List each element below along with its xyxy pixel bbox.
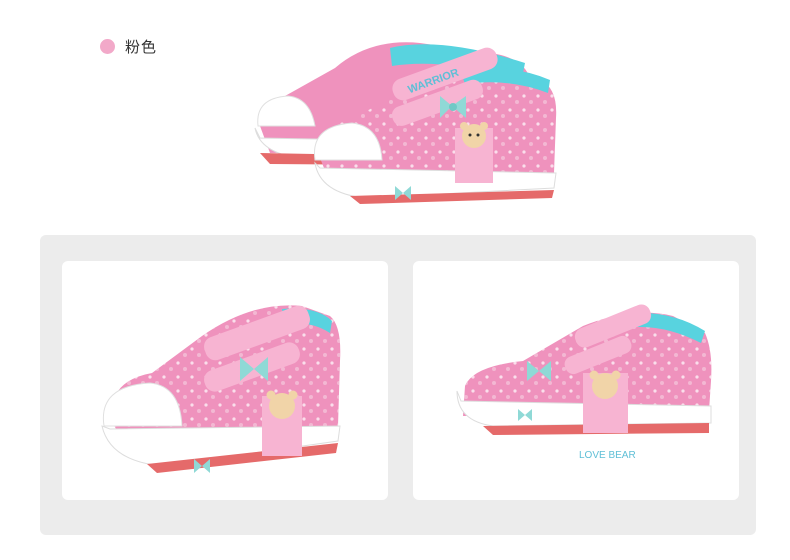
color-label: 粉色 <box>125 39 158 56</box>
pink-swatch <box>100 39 115 54</box>
bear-icon <box>455 122 493 183</box>
gallery-panel: LOVE BEAR <box>40 235 756 535</box>
hero-pair-image: WARRIOR <box>254 42 557 204</box>
color-option[interactable]: 粉色 <box>100 36 157 57</box>
bear-icon <box>583 370 628 433</box>
side-profile-image: LOVE BEAR <box>456 304 712 461</box>
bear-icon <box>262 390 302 456</box>
image-card-side: LOVE BEAR <box>413 261 739 500</box>
front-three-quarter-image <box>101 305 341 473</box>
bear-text: LOVE BEAR <box>579 450 636 461</box>
image-card-front <box>62 261 388 500</box>
